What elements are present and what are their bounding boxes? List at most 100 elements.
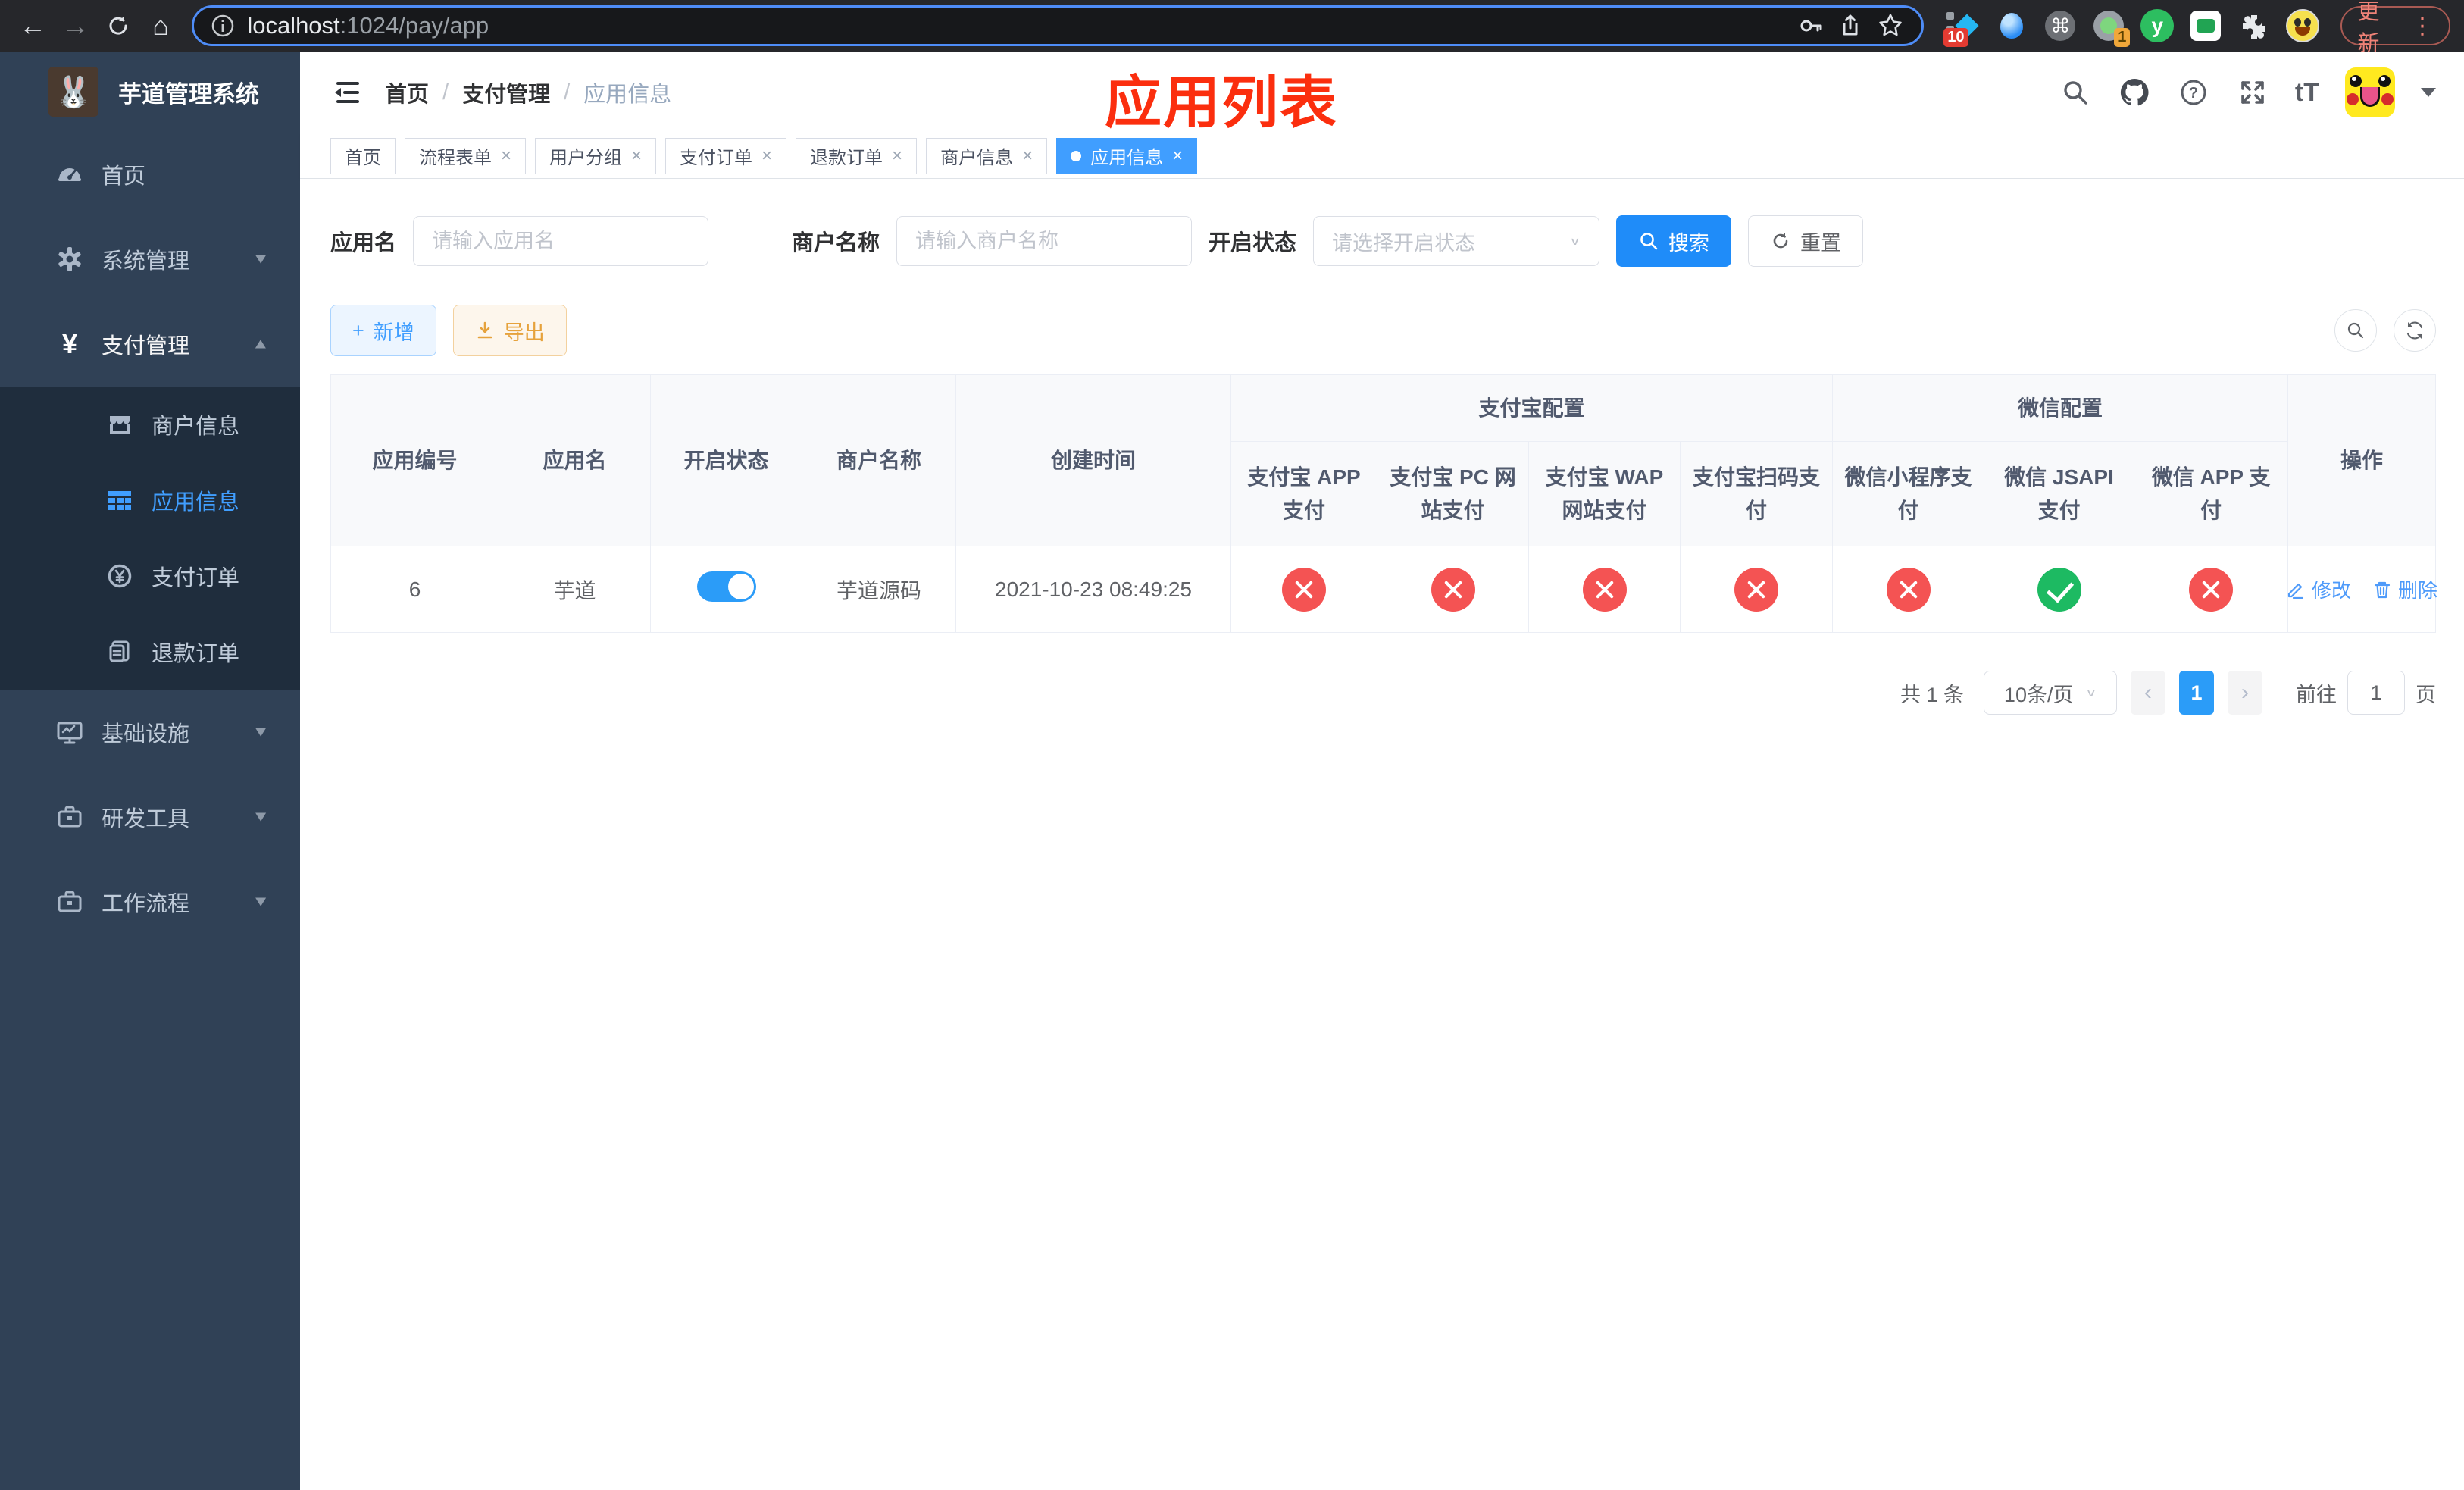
sidebar-item-merchant-info[interactable]: 商户信息: [0, 387, 300, 462]
col-created: 创建时间: [955, 374, 1231, 546]
add-button[interactable]: + 新增: [330, 305, 436, 356]
hide-search-button[interactable]: [2334, 309, 2378, 352]
close-icon[interactable]: ×: [1022, 146, 1033, 167]
app-logo[interactable]: 🐰 芋道管理系统: [0, 52, 300, 132]
col-wx-app: 微信 APP 支付: [2134, 441, 2289, 546]
page-unit-label: 页: [2416, 683, 2437, 706]
cross-icon: [1431, 567, 1475, 612]
font-size-icon[interactable]: tT: [2295, 78, 2319, 108]
page-size-select[interactable]: 10条/页 ∨: [1984, 671, 2118, 715]
next-page-button[interactable]: ›: [2228, 671, 2263, 715]
sidebar-item-dev-tools[interactable]: 研发工具 ▼: [0, 775, 300, 859]
close-icon[interactable]: ×: [501, 146, 511, 167]
home-icon[interactable]: ⌂: [142, 6, 180, 45]
cross-icon: [1886, 567, 1931, 612]
close-icon[interactable]: ×: [761, 146, 772, 167]
browser-update-button[interactable]: 更新 ⋮: [2340, 0, 2450, 56]
close-icon[interactable]: ×: [1172, 146, 1183, 167]
recorder-extension-icon[interactable]: 1: [2092, 9, 2131, 47]
merchant-name-label: 商户名称: [792, 231, 880, 255]
tab-refund-order[interactable]: 退款订单 ×: [796, 137, 918, 174]
share-icon[interactable]: [1837, 12, 1864, 39]
forward-icon[interactable]: →: [56, 6, 94, 45]
address-bar[interactable]: localhost:1024/pay/app: [192, 5, 1925, 46]
pay-order-icon: [106, 563, 133, 589]
back-icon[interactable]: ←: [14, 6, 52, 45]
cross-icon: [1734, 567, 1778, 612]
col-merchant: 商户名称: [802, 374, 956, 546]
tab-merchant-info[interactable]: 商户信息 ×: [926, 137, 1048, 174]
balloon-extension-icon[interactable]: [1995, 9, 2028, 42]
profile-avatar-icon[interactable]: [2286, 9, 2320, 42]
close-icon[interactable]: ×: [631, 146, 642, 167]
status-label: 开启状态: [1209, 231, 1297, 255]
search-icon[interactable]: [2059, 76, 2092, 109]
col-app-name: 应用名: [499, 374, 651, 546]
tampermonkey-extension-icon[interactable]: 10: [1943, 9, 1980, 47]
search-button[interactable]: 搜索: [1616, 215, 1732, 267]
pencil-icon: [2287, 583, 2304, 599]
tab-home[interactable]: 首页: [330, 137, 396, 174]
edit-link[interactable]: 修改: [2286, 575, 2351, 603]
refresh-table-button[interactable]: [2394, 309, 2437, 352]
cell-merchant: 芋道源码: [802, 546, 956, 633]
cell-wx-jsapi: [1984, 546, 2135, 633]
reset-button[interactable]: 重置: [1748, 215, 1864, 267]
sidebar-fold-icon[interactable]: [330, 75, 365, 110]
merchant-name-input[interactable]: [896, 216, 1193, 266]
sidebar-item-pay-order[interactable]: 支付订单: [0, 538, 300, 614]
app-name-label: 应用名: [330, 231, 397, 255]
goto-page-input[interactable]: [2347, 671, 2406, 715]
close-icon[interactable]: ×: [892, 146, 902, 167]
site-info-icon[interactable]: [211, 14, 235, 38]
tab-user-group[interactable]: 用户分组 ×: [535, 137, 657, 174]
github-icon[interactable]: [2118, 76, 2151, 109]
sidebar-item-workflow[interactable]: 工作流程 ▼: [0, 859, 300, 944]
tab-app-info[interactable]: 应用信息 ×: [1056, 137, 1198, 174]
sidebar-item-home[interactable]: 首页: [0, 132, 300, 217]
cell-status: [650, 546, 802, 633]
url-text[interactable]: localhost:1024/pay/app: [247, 12, 1785, 39]
tab-pay-order[interactable]: 支付订单 ×: [665, 137, 787, 174]
app-name-input[interactable]: [413, 216, 709, 266]
page-content: 应用名 商户名称 开启状态 请选择开启状态 ∨ 搜索: [300, 179, 2464, 1490]
storefront-icon: [106, 412, 133, 437]
reload-icon[interactable]: [99, 6, 137, 45]
chat-extension-icon[interactable]: [2189, 9, 2222, 42]
logo-image: 🐰: [48, 67, 98, 117]
breadcrumb-home[interactable]: 首页: [385, 77, 429, 108]
status-select[interactable]: 请选择开启状态 ∨: [1313, 216, 1600, 266]
export-button[interactable]: 导出: [452, 305, 567, 356]
page-number-1[interactable]: 1: [2179, 671, 2215, 715]
cell-wx-mini: [1832, 546, 1985, 633]
cell-operations: 修改 删除: [2286, 546, 2437, 633]
sidebar-item-app-info[interactable]: 应用信息: [0, 462, 300, 538]
delete-link[interactable]: 删除: [2372, 575, 2437, 603]
sidebar-item-infrastructure[interactable]: 基础设施 ▼: [0, 690, 300, 775]
help-icon[interactable]: ?: [2177, 76, 2210, 109]
password-key-icon[interactable]: [1797, 12, 1825, 39]
cell-app-name: 芋道: [499, 546, 651, 633]
refresh-icon: [2406, 321, 2423, 340]
cell-created: 2021-10-23 08:49:25: [955, 546, 1231, 633]
browser-menu-icon[interactable]: ⋮: [2411, 13, 2434, 39]
pagination: 共 1 条 10条/页 ∨ ‹ 1 › 前往 页: [330, 671, 2436, 715]
puzzle-extensions-icon[interactable]: [2237, 9, 2271, 42]
tab-process-form[interactable]: 流程表单 ×: [405, 137, 527, 174]
y-extension-icon[interactable]: y: [2140, 9, 2175, 42]
page-annotation: 应用列表: [1105, 70, 1339, 134]
breadcrumb-payment[interactable]: 支付管理: [462, 77, 550, 108]
avatar-caret-icon[interactable]: [2421, 88, 2437, 105]
sidebar-item-payment[interactable]: ¥ 支付管理 ▼: [0, 302, 300, 387]
sidebar-item-refund-order[interactable]: 退款订单: [0, 614, 300, 690]
sidebar-item-system[interactable]: 系统管理 ▼: [0, 217, 300, 302]
prev-page-button[interactable]: ‹: [2131, 671, 2166, 715]
user-avatar[interactable]: [2345, 67, 2396, 117]
cell-wx-app: [2134, 546, 2289, 633]
enabled-toggle[interactable]: [696, 571, 756, 602]
cross-icon: [1582, 567, 1627, 612]
bookmark-star-icon[interactable]: [1876, 11, 1905, 40]
command-extension-icon[interactable]: ⌘: [2043, 9, 2077, 42]
cell-alipay-app: [1230, 546, 1377, 633]
fullscreen-icon[interactable]: [2236, 76, 2269, 109]
